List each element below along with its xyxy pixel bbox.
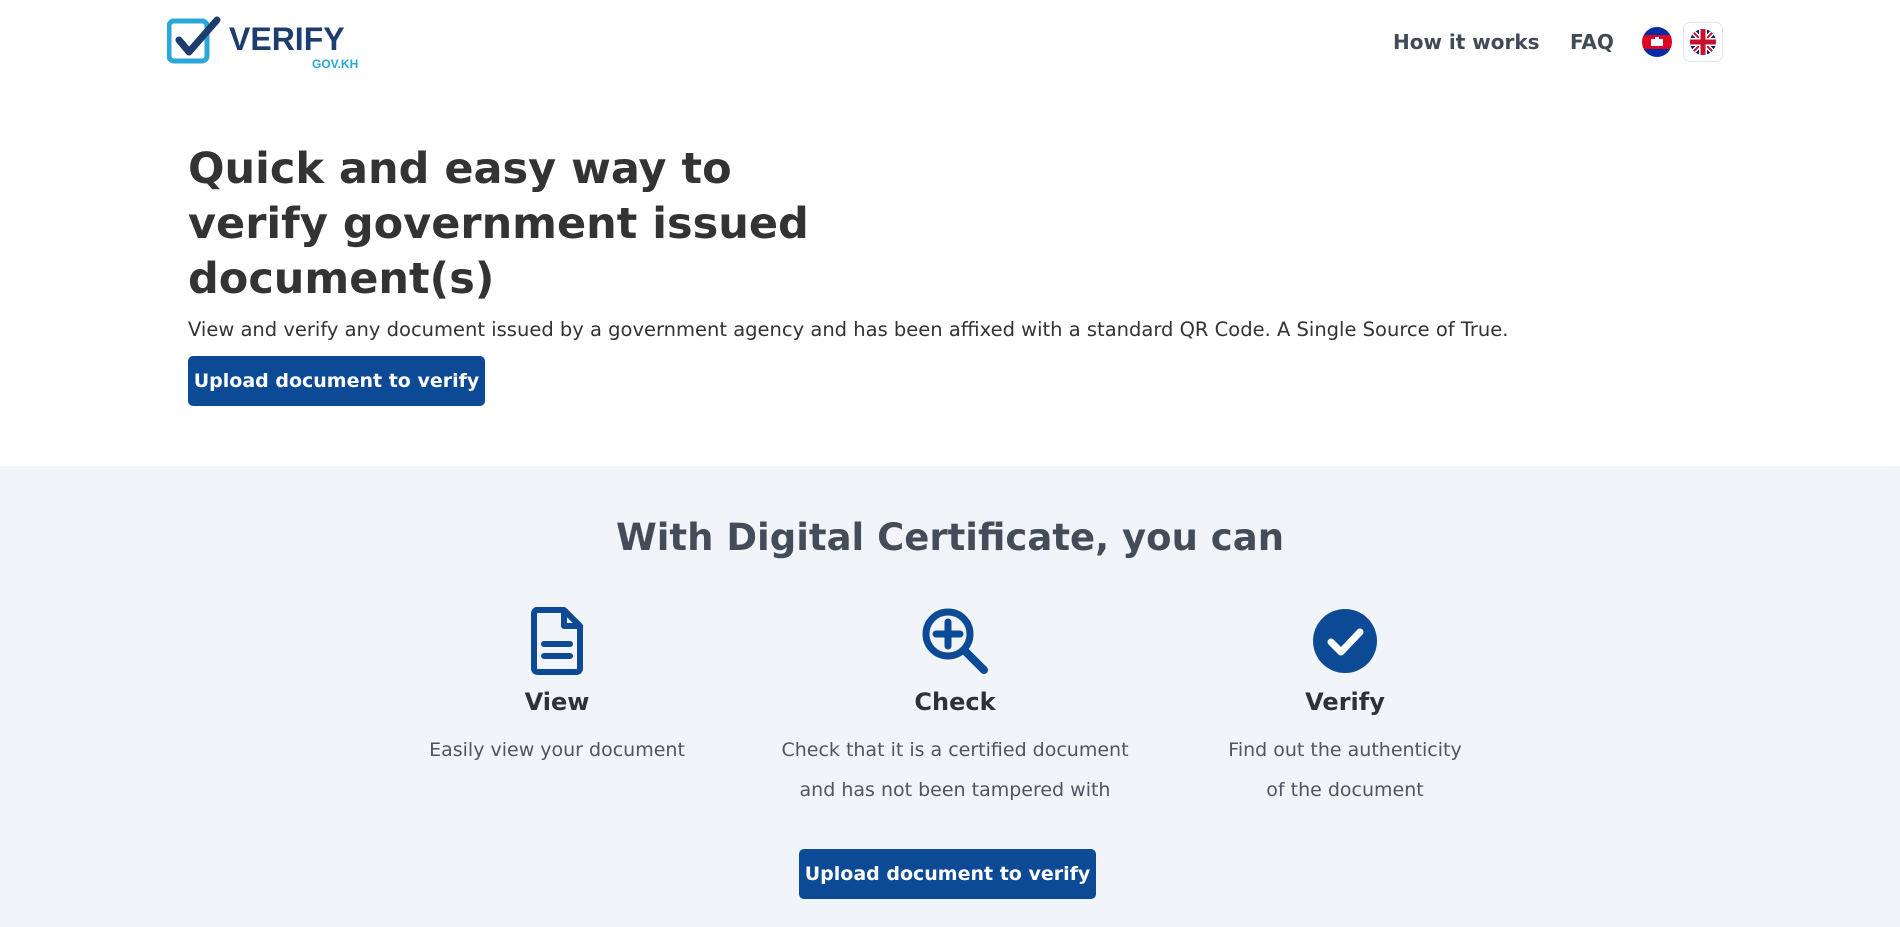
feature-description: Find out the authenticity of the documen… [1145,730,1545,810]
feature-desc-line: Find out the authenticity [1228,739,1462,761]
feature-desc-line: Easily view your document [429,739,685,761]
feature-verify: Verify Find out the authenticity of the … [1145,606,1545,810]
features-section: With Digital Certificate, you can View E… [0,466,1900,927]
feature-description: Check that it is a certified document an… [755,730,1155,810]
khmer-flag-icon[interactable] [1642,27,1672,57]
svg-text:VERIFY: VERIFY [229,21,345,57]
upload-document-button-bottom[interactable]: Upload document to verify [799,849,1096,899]
nav-how-it-works[interactable]: How it works [1393,30,1540,54]
upload-document-button[interactable]: Upload document to verify [188,356,485,406]
feature-name: Verify [1305,688,1385,716]
feature-desc-line: and has not been tampered with [799,779,1111,801]
hero-subtitle: View and verify any document issued by a… [188,318,1509,341]
magnify-plus-icon [922,608,988,674]
feature-desc-line: of the document [1266,779,1424,801]
check-circle-icon [1313,609,1377,673]
feature-name: View [524,688,590,716]
site-header: VERIFY GOV.KH How it works FAQ [0,0,1900,90]
nav-faq[interactable]: FAQ [1570,30,1614,54]
svg-text:GOV.KH: GOV.KH [312,57,358,71]
uk-flag-icon [1690,29,1716,55]
feature-view: View Easily view your document [357,606,757,770]
verify-logo[interactable]: VERIFY GOV.KH [167,16,377,72]
feature-name: Check [914,688,996,716]
document-icon [531,607,583,675]
features-title: With Digital Certificate, you can [615,516,1285,559]
language-toggle-english[interactable] [1683,22,1723,62]
hero-title: Quick and easy way to verify government … [188,144,809,304]
feature-check: Check Check that it is a certified docum… [755,606,1155,810]
feature-desc-line: Check that it is a certified document [781,739,1129,761]
feature-description: Easily view your document [357,730,757,770]
